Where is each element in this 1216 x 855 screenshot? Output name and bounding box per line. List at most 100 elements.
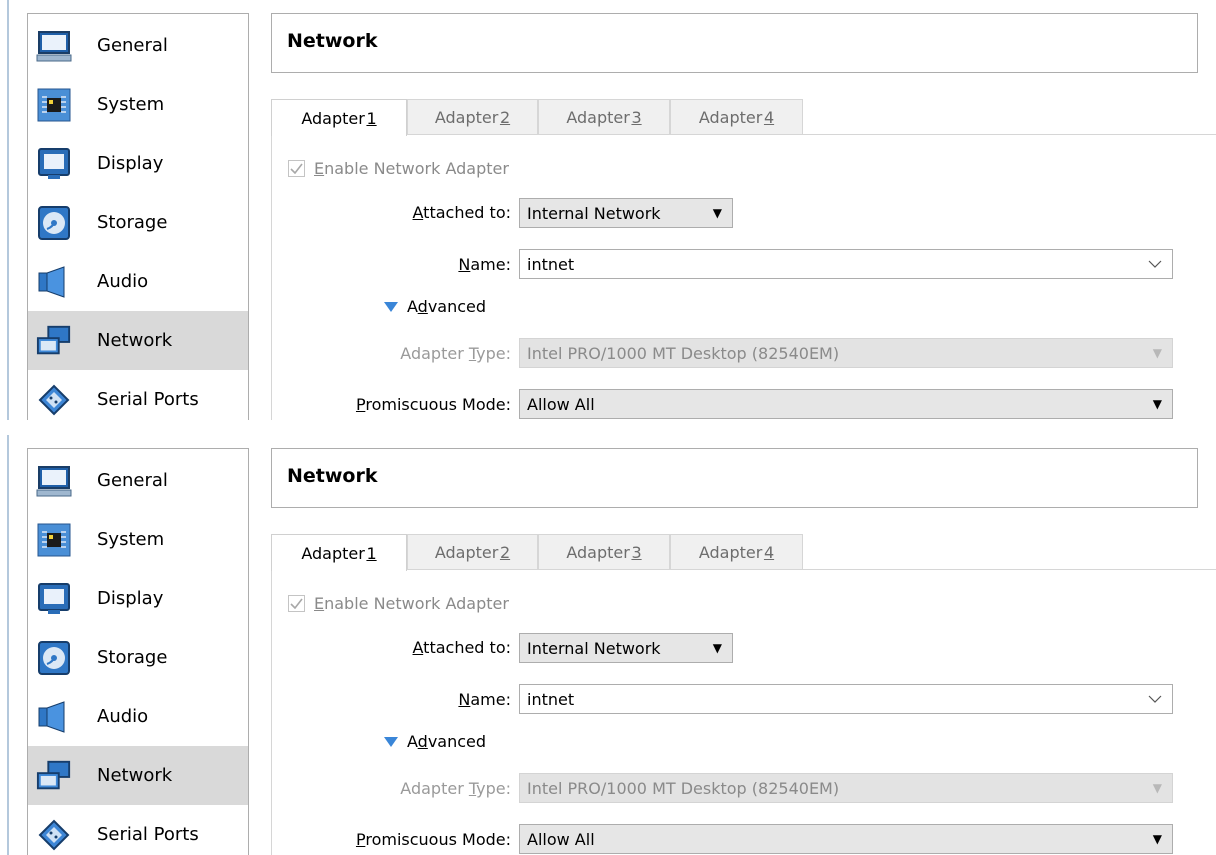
- disc-icon: [36, 205, 72, 241]
- promiscuous-mode-value: Allow All: [527, 394, 595, 414]
- sidebar-item-label: Storage: [97, 212, 168, 233]
- label-mnemonic: A: [412, 203, 424, 222]
- sidebar-item-system[interactable]: System: [28, 510, 248, 569]
- sidebar-item-label: Serial Ports: [97, 389, 199, 410]
- checkbox-check-icon: [288, 595, 305, 612]
- sidebar-item-label: Audio: [97, 271, 149, 292]
- network-name-combobox[interactable]: intnet: [519, 249, 1173, 279]
- sidebar-item-label: Network: [97, 765, 173, 786]
- checkbox-label-text: nable Network Adapter: [324, 159, 509, 178]
- advanced-label: Advanced: [407, 297, 486, 316]
- disc-icon: [36, 640, 72, 676]
- chip-icon: [36, 87, 72, 123]
- advanced-label-rest: vanced: [427, 732, 487, 751]
- tab-label: Adapter: [698, 107, 763, 127]
- tab-mnemonic: 1: [366, 543, 377, 563]
- label-text: ype:: [476, 344, 511, 363]
- tab-mnemonic: 4: [763, 542, 775, 562]
- attached-to-select[interactable]: Internal Network ▼: [519, 198, 733, 228]
- dropdown-arrow-icon: ▼: [1152, 781, 1162, 795]
- tab-mnemonic: 3: [631, 107, 642, 127]
- section-header: Network: [271, 448, 1198, 508]
- tab-label: Adapter: [301, 543, 365, 563]
- network-name-combobox[interactable]: intnet: [519, 684, 1173, 714]
- network-name-value: intnet: [527, 689, 575, 709]
- tab-adapter-3[interactable]: Adapter 3: [538, 99, 670, 134]
- tab-adapter-4[interactable]: Adapter 4: [670, 534, 803, 569]
- advanced-label: Advanced: [407, 732, 486, 751]
- tab-label: Adapter: [434, 542, 499, 562]
- sidebar-item-system[interactable]: System: [28, 75, 248, 134]
- label-text: ame:: [470, 255, 511, 274]
- dropdown-arrow-icon: ▼: [712, 206, 722, 220]
- attached-to-label: Attached to:: [271, 203, 512, 222]
- settings-sidebar: General System Display Storage Audio Net…: [27, 13, 249, 420]
- sidebar-item-label: Serial Ports: [97, 824, 199, 845]
- chevron-down-icon: [1148, 685, 1162, 713]
- display-icon: [36, 146, 72, 182]
- sidebar-item-network[interactable]: Network: [28, 746, 248, 805]
- advanced-toggle[interactable]: Advanced: [384, 297, 486, 316]
- name-label: Name:: [271, 690, 511, 709]
- advanced-mnemonic: d: [417, 297, 428, 316]
- label-text-start: Adapter: [400, 779, 469, 798]
- promiscuous-mode-select[interactable]: Allow All ▼: [519, 824, 1173, 854]
- sidebar-item-audio[interactable]: Audio: [28, 252, 248, 311]
- sidebar-item-storage[interactable]: Storage: [28, 628, 248, 687]
- advanced-label-start: A: [407, 297, 418, 316]
- sidebar-item-label: Storage: [97, 647, 168, 668]
- tab-mnemonic: 3: [631, 542, 642, 562]
- enable-network-adapter-checkbox[interactable]: Enable Network Adapter: [288, 594, 509, 613]
- label-mnemonic: N: [458, 690, 471, 709]
- settings-sidebar: General System Display Storage Audio Net…: [27, 448, 249, 855]
- speaker-icon: [36, 264, 72, 300]
- sidebar-item-label: System: [97, 94, 165, 115]
- adapter-type-value: Intel PRO/1000 MT Desktop (82540EM): [527, 343, 840, 363]
- sidebar-item-display[interactable]: Display: [28, 569, 248, 628]
- sidebar-item-general[interactable]: General: [28, 451, 248, 510]
- attached-to-value: Internal Network: [527, 638, 661, 658]
- tab-adapter-2[interactable]: Adapter 2: [407, 534, 538, 569]
- tab-adapter-1[interactable]: Adapter 1: [271, 534, 407, 571]
- sidebar-item-audio[interactable]: Audio: [28, 687, 248, 746]
- checkbox-label-text: nable Network Adapter: [324, 594, 509, 613]
- sidebar-item-network[interactable]: Network: [28, 311, 248, 370]
- sidebar-item-storage[interactable]: Storage: [28, 193, 248, 252]
- sidebar-item-label: Network: [97, 330, 173, 351]
- promiscuous-mode-select[interactable]: Allow All ▼: [519, 389, 1173, 419]
- sidebar-item-label: Audio: [97, 706, 149, 727]
- tab-adapter-3[interactable]: Adapter 3: [538, 534, 670, 569]
- chip-icon: [36, 522, 72, 558]
- sidebar-item-label: System: [97, 529, 165, 550]
- tab-adapter-2[interactable]: Adapter 2: [407, 99, 538, 134]
- label-text: romiscuous Mode:: [365, 830, 511, 849]
- settings-panel-bottom: General System Display Storage Audio Net…: [0, 435, 1216, 855]
- serial-port-icon: [36, 382, 72, 418]
- tab-adapter-4[interactable]: Adapter 4: [670, 99, 803, 134]
- attached-to-select[interactable]: Internal Network ▼: [519, 633, 733, 663]
- dropdown-arrow-icon: ▼: [1152, 397, 1162, 411]
- label-text-start: Adapter: [400, 344, 469, 363]
- adapter-type-label: Adapter Type:: [271, 779, 511, 798]
- checkbox-label: Enable Network Adapter: [314, 159, 509, 178]
- tab-label: Adapter: [301, 108, 365, 128]
- tab-label: Adapter: [566, 107, 630, 127]
- display-icon: [36, 581, 72, 617]
- tab-adapter-1[interactable]: Adapter 1: [271, 99, 407, 136]
- window-edge: [7, 0, 9, 420]
- sidebar-item-general[interactable]: General: [28, 16, 248, 75]
- serial-port-icon: [36, 817, 72, 853]
- sidebar-item-serial-ports[interactable]: Serial Ports: [28, 370, 248, 420]
- enable-network-adapter-checkbox[interactable]: Enable Network Adapter: [288, 159, 509, 178]
- name-label: Name:: [271, 255, 511, 274]
- attached-to-value: Internal Network: [527, 203, 661, 223]
- dropdown-arrow-icon: ▼: [1152, 346, 1162, 360]
- advanced-mnemonic: d: [417, 732, 428, 751]
- sidebar-item-serial-ports[interactable]: Serial Ports: [28, 805, 248, 855]
- window-edge: [7, 435, 9, 855]
- advanced-toggle[interactable]: Advanced: [384, 732, 486, 751]
- sidebar-item-display[interactable]: Display: [28, 134, 248, 193]
- adapter-type-select: Intel PRO/1000 MT Desktop (82540EM) ▼: [519, 773, 1173, 803]
- monitor-icon: [36, 463, 72, 499]
- tab-label: Adapter: [566, 542, 630, 562]
